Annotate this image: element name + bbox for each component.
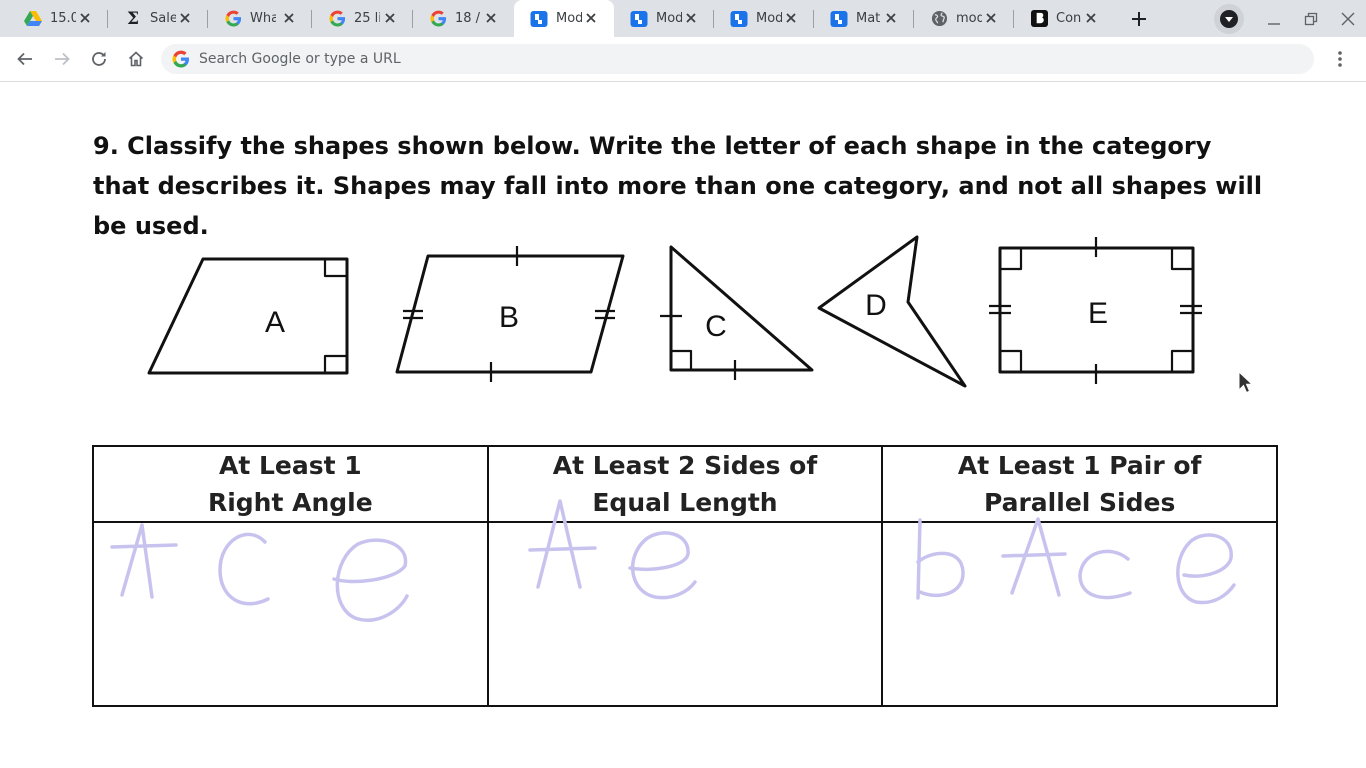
google-icon (328, 10, 346, 28)
browser-tab[interactable]: Wha (208, 0, 312, 37)
tab-title: Sale (150, 11, 176, 26)
close-icon[interactable] (78, 11, 92, 25)
page-content: 9. Classify the shapes shown below. Writ… (0, 82, 1366, 768)
tab-title: Mat (856, 11, 881, 26)
close-icon[interactable] (1084, 11, 1098, 25)
shape-e: E (989, 237, 1202, 384)
close-icon[interactable] (282, 11, 296, 25)
column-header-right-angle: At Least 1 Right Angle (92, 445, 489, 523)
shape-d-label: D (865, 289, 887, 322)
tab-title: mod (956, 11, 982, 26)
shapes-figure: A B C D E (147, 235, 1202, 388)
close-icon[interactable] (383, 11, 397, 25)
brainly-icon (1030, 10, 1048, 28)
tab-title: Mod (756, 11, 782, 26)
home-button[interactable] (122, 45, 150, 73)
tab-strip: 15.0 Σ Sale Wha 25 li 18 / Mod Mod Mod M… (0, 0, 1366, 37)
answer-cell-right-angle[interactable] (92, 521, 489, 707)
close-icon (1341, 12, 1355, 26)
address-bar[interactable] (161, 44, 1314, 74)
omnibox-input[interactable] (199, 51, 1279, 67)
browser-tab[interactable]: Con (1014, 0, 1114, 37)
browser-toolbar (0, 37, 1366, 82)
close-icon[interactable] (484, 11, 498, 25)
more-vert-icon (1338, 51, 1342, 67)
tab-title: Con (1056, 11, 1082, 26)
google-icon (172, 50, 190, 68)
tab-title: 18 / (455, 11, 481, 26)
browser-tab[interactable]: Mod (714, 0, 814, 37)
browser-tab[interactable]: Σ Sale (108, 0, 208, 37)
browser-tab[interactable]: 25 li (312, 0, 413, 37)
browser-tab[interactable]: Mat (814, 0, 914, 37)
reload-button[interactable] (85, 45, 113, 73)
minimize-icon (1268, 23, 1280, 25)
arrow-left-icon (17, 52, 32, 66)
browser-tab[interactable]: Mod (614, 0, 714, 37)
quizizz-icon (530, 10, 548, 28)
shape-a-label: A (265, 306, 285, 339)
globe-icon (930, 10, 948, 28)
forward-button[interactable] (48, 45, 76, 73)
google-icon (429, 10, 447, 28)
quizizz-icon (630, 10, 648, 28)
shape-e-label: E (1088, 297, 1108, 330)
mouse-cursor (1238, 370, 1254, 399)
shape-c: C (660, 245, 814, 380)
tab-title: 25 li (354, 11, 380, 26)
restore-button[interactable] (1298, 6, 1324, 32)
tab-search-button[interactable] (1214, 4, 1244, 34)
arrow-right-icon (55, 52, 70, 66)
browser-tab[interactable]: mod (914, 0, 1014, 37)
tab-title: Wha (250, 11, 276, 26)
shape-b-label: B (499, 301, 519, 334)
column-header-equal-sides: At Least 2 Sides of Equal Length (486, 445, 884, 523)
google-icon (224, 10, 242, 28)
close-icon[interactable] (984, 11, 998, 25)
browser-menu-button[interactable] (1326, 45, 1354, 73)
shape-b: B (395, 246, 625, 382)
browser-tab-active[interactable]: Mod (514, 0, 614, 37)
answer-cell-parallel-sides[interactable] (881, 521, 1278, 707)
plus-icon (1132, 12, 1146, 26)
browser-tab[interactable]: 18 / (413, 0, 514, 37)
column-header-parallel-sides: At Least 1 Pair of Parallel Sides (881, 445, 1278, 523)
close-window-button[interactable] (1335, 6, 1361, 32)
quizizz-icon (830, 10, 848, 28)
home-icon (128, 51, 144, 67)
close-icon[interactable] (884, 11, 898, 25)
classification-table: At Least 1 Right Angle At Least 2 Sides o… (92, 445, 1278, 707)
close-icon[interactable] (584, 11, 598, 25)
minimize-button[interactable] (1261, 6, 1287, 32)
browser-tab[interactable]: 15.0 (8, 0, 108, 37)
close-icon[interactable] (684, 11, 698, 25)
tab-title: 15.0 (50, 11, 76, 26)
back-button[interactable] (11, 45, 39, 73)
shape-d: D (817, 235, 967, 388)
restore-icon (1304, 12, 1318, 26)
sigma-icon: Σ (126, 8, 140, 29)
quizizz-icon (730, 10, 748, 28)
reload-icon (92, 52, 106, 66)
answer-cell-equal-sides[interactable] (486, 521, 884, 707)
shape-c-label: C (705, 310, 727, 343)
tab-title: Mod (556, 11, 582, 26)
close-icon[interactable] (178, 11, 192, 25)
caret-down-icon (1220, 10, 1238, 28)
new-tab-button[interactable] (1124, 4, 1154, 34)
tab-title: Mod (656, 11, 682, 26)
close-icon[interactable] (784, 11, 798, 25)
shape-a: A (147, 257, 349, 375)
google-drive-icon (24, 10, 42, 28)
